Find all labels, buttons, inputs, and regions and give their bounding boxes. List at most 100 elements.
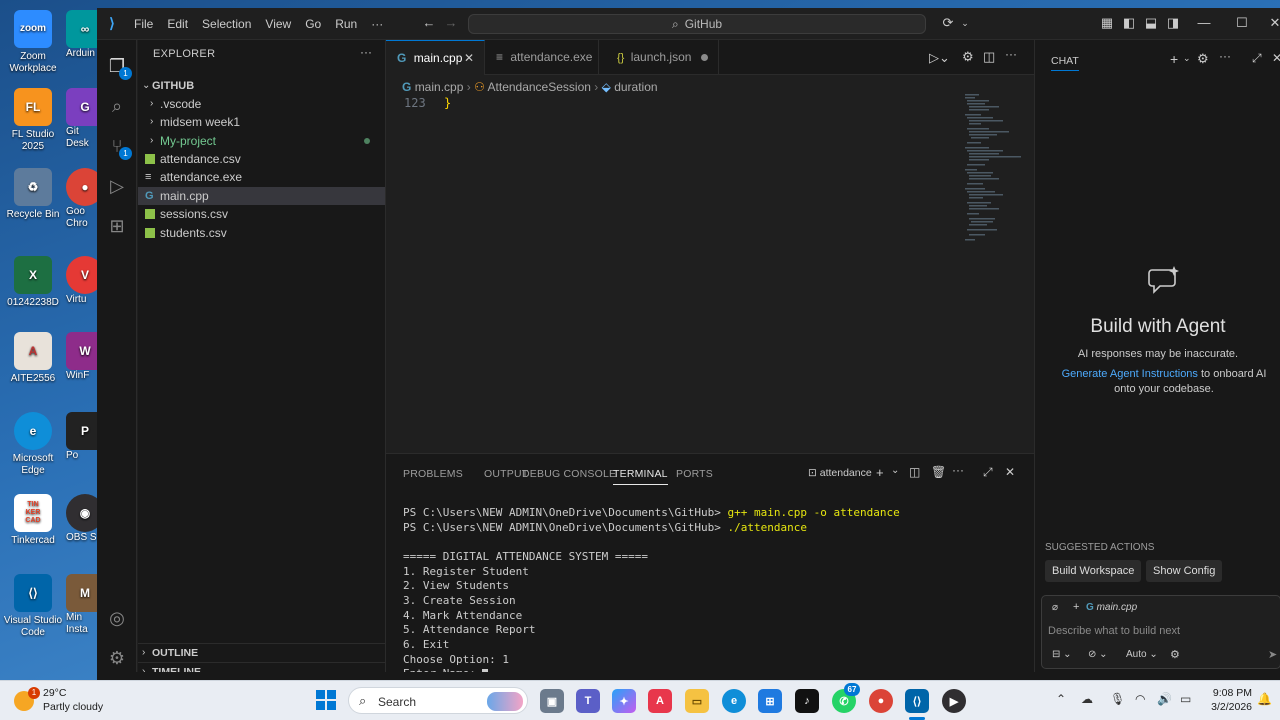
close-icon[interactable]: ✕ xyxy=(1272,51,1280,65)
agent-mode-icon[interactable]: ⊟ ⌄ xyxy=(1052,649,1072,660)
chevron-down-icon[interactable]: ⌄ xyxy=(891,465,899,476)
adobe-icon[interactable]: A xyxy=(648,689,672,713)
account-icon[interactable]: ◎ xyxy=(105,606,129,630)
menu-go[interactable]: Go xyxy=(298,17,328,31)
more-actions-icon[interactable]: ··· xyxy=(360,45,372,59)
taskbar-search-box[interactable]: ⌕ Search xyxy=(348,687,528,714)
new-chat-icon[interactable]: + xyxy=(1170,51,1178,67)
toggle-sidebar-icon[interactable]: ◧ xyxy=(1121,15,1137,31)
battery-icon[interactable]: ▭ xyxy=(1180,692,1191,706)
run-cpp-icon[interactable]: ▷⌄ xyxy=(929,50,950,66)
breadcrumb-symbol[interactable]: AttendanceSession xyxy=(488,80,591,94)
chat-title[interactable]: CHAT xyxy=(1051,55,1079,71)
menu-more[interactable]: ··· xyxy=(364,17,390,31)
breadcrumb-member[interactable]: duration xyxy=(614,80,657,94)
maximize-icon[interactable]: ☐ xyxy=(1234,15,1250,31)
more-actions-icon[interactable]: ··· xyxy=(1219,49,1231,63)
tab-main-cpp[interactable]: G main.cpp ✕ xyxy=(386,40,485,75)
desktop-icon-zoom[interactable]: zoom Zoom Workplace xyxy=(0,10,66,75)
forward-arrow-icon[interactable]: → xyxy=(443,15,459,31)
tree-item-attendance-exe[interactable]: ≡ attendance.exe xyxy=(138,168,385,186)
copilot-icon[interactable]: ⟳ xyxy=(940,15,956,31)
more-actions-icon[interactable]: ··· xyxy=(952,463,964,477)
desktop-icon-excel-file[interactable]: X 01242238D xyxy=(0,256,66,309)
chevron-down-icon[interactable]: ⌄ xyxy=(957,15,973,31)
source-control-icon[interactable]: ⑂ 1 xyxy=(105,134,132,160)
weather-widget[interactable]: 1 xyxy=(14,687,40,713)
microphone-icon[interactable]: 🎙 xyxy=(1110,692,1125,706)
desktop-icon-vscode[interactable]: ⟨⟩ Visual Studio Code xyxy=(0,574,66,639)
more-actions-icon[interactable]: ··· xyxy=(1005,47,1017,61)
tab-attendance-exe[interactable]: ≡ attendance.exe xyxy=(485,40,599,75)
settings-gear-icon[interactable]: ⚙ xyxy=(105,646,129,670)
show-config-button[interactable]: Show Config xyxy=(1146,560,1223,582)
close-window-icon[interactable]: ✕ xyxy=(1267,15,1280,31)
windows-start-icon[interactable] xyxy=(316,690,336,710)
notification-bell-icon[interactable]: 🔔 xyxy=(1257,692,1272,706)
close-panel-icon[interactable]: ✕ xyxy=(1005,465,1015,479)
tab-debug-console[interactable]: DEBUG CONSOLE xyxy=(522,468,616,480)
explorer-icon[interactable]: ❐ 1 xyxy=(105,54,132,80)
tiktok-icon[interactable]: ♪ xyxy=(795,689,819,713)
tree-item-students-csv[interactable]: students.csv xyxy=(138,224,385,242)
obs-icon[interactable]: ▶ xyxy=(942,689,966,713)
minimap[interactable] xyxy=(961,92,1031,252)
minimize-icon[interactable]: — xyxy=(1196,15,1212,31)
toggle-secondary-sidebar-icon[interactable]: ◨ xyxy=(1165,15,1181,31)
tree-item-attendance-csv[interactable]: attendance.csv xyxy=(138,150,385,168)
desktop-icon-tinkercad[interactable]: TIN KER CAD Tinkercad xyxy=(0,494,66,547)
tree-item-midsem-week1[interactable]: › midsem week1 xyxy=(138,113,385,131)
breadcrumb-file[interactable]: main.cpp xyxy=(415,80,464,94)
desktop-icon-recycle-bin[interactable]: ♻ Recycle Bin xyxy=(0,168,66,221)
split-terminal-icon[interactable]: ◫ xyxy=(909,465,920,479)
extensions-icon[interactable]: ⊞ xyxy=(105,214,129,238)
chat-input[interactable]: Describe what to build next xyxy=(1048,625,1180,637)
teams-icon[interactable]: T xyxy=(576,689,600,713)
tree-item-sessions-csv[interactable]: sessions.csv xyxy=(138,205,385,223)
clock-time[interactable]: 9:08 PM xyxy=(1200,687,1252,699)
cloud-icon[interactable]: ☁ xyxy=(1081,692,1093,706)
explorer-root[interactable]: ⌄ GITHUB xyxy=(138,77,385,95)
copilot-icon[interactable]: ✦ xyxy=(612,689,636,713)
tab-problems[interactable]: PROBLEMS xyxy=(403,468,463,480)
whatsapp-icon[interactable]: ✆ 67 xyxy=(832,683,860,713)
build-workspace-button[interactable]: Build Workspace xyxy=(1045,560,1142,582)
edge-icon[interactable]: e xyxy=(722,689,746,713)
menu-selection[interactable]: Selection xyxy=(195,17,258,31)
store-icon[interactable]: ⊞ xyxy=(758,689,782,713)
vscode-taskbar-icon[interactable]: ⟨⟩ xyxy=(905,689,929,713)
volume-icon[interactable]: 🔊 xyxy=(1157,692,1172,706)
desktop-icon-fl-studio[interactable]: FL FL Studio 2025 xyxy=(0,88,66,153)
unsaved-dot-icon[interactable] xyxy=(701,54,708,61)
code-line[interactable]: } xyxy=(444,96,451,110)
chevron-up-icon[interactable]: ⌃ xyxy=(1056,692,1066,706)
context-file-chip[interactable]: G main.cpp xyxy=(1086,602,1137,613)
tree-item-my-project[interactable]: › My-project xyxy=(138,132,385,150)
tree-item-main-cpp[interactable]: G main.cpp xyxy=(138,187,385,205)
auto-mode-dropdown[interactable]: Auto ⌄ xyxy=(1126,649,1158,660)
terminal-selector[interactable]: ⊡ attendance xyxy=(808,467,872,479)
tab-terminal[interactable]: TERMINAL xyxy=(613,468,668,485)
file-explorer-icon[interactable]: ▭ xyxy=(685,689,709,713)
menu-edit[interactable]: Edit xyxy=(160,17,195,31)
clock-date[interactable]: 3/2/2026 xyxy=(1200,701,1252,713)
run-debug-icon[interactable]: ▷ xyxy=(105,174,129,198)
maximize-panel-icon[interactable]: ⤢ xyxy=(983,465,993,480)
desktop-icon-edge[interactable]: e Microsoft Edge xyxy=(0,412,66,477)
maximize-icon[interactable]: ⤢ xyxy=(1252,51,1262,66)
task-view-icon[interactable]: ▣ xyxy=(540,689,564,713)
model-picker-icon[interactable]: ⊘ ⌄ xyxy=(1088,649,1108,660)
tab-launch-json[interactable]: {} launch.json xyxy=(599,40,719,75)
desktop-icon-aite2556[interactable]: A AITE2556 xyxy=(0,332,66,385)
split-editor-icon[interactable]: ◫ xyxy=(983,49,995,65)
search-icon[interactable]: ⌕ xyxy=(105,94,129,118)
new-terminal-icon[interactable]: + xyxy=(876,465,884,480)
outline-section-header[interactable]: › OUTLINE xyxy=(138,643,385,661)
trash-icon[interactable]: 🗑 xyxy=(931,465,946,479)
tab-ports[interactable]: PORTS xyxy=(676,468,713,480)
settings-gear-icon[interactable]: ⚙ xyxy=(1197,51,1209,67)
customize-layout-icon[interactable]: ▦ xyxy=(1099,15,1115,31)
tree-item-vscode[interactable]: › .vscode xyxy=(138,95,385,113)
settings-gear-icon[interactable]: ⚙ xyxy=(962,49,974,65)
attach-icon[interactable]: ⌀ xyxy=(1052,602,1058,613)
